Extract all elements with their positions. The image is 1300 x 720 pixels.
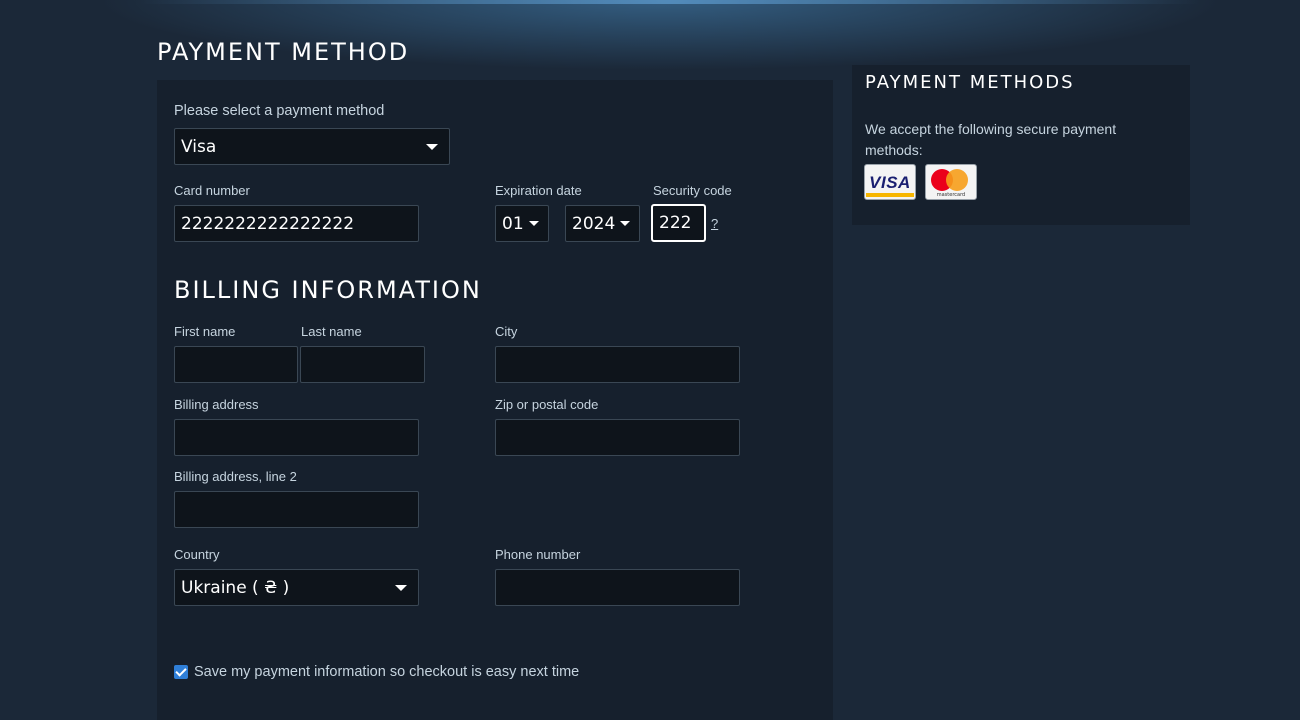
save-payment-info-row[interactable]: Save my payment information so checkout … (174, 663, 579, 681)
card-number-input[interactable] (174, 205, 419, 242)
chevron-down-icon (529, 220, 539, 226)
security-code-help-link[interactable]: ? (711, 216, 718, 231)
security-code-input[interactable] (651, 204, 706, 242)
security-code-label: Security code (653, 183, 732, 198)
payment-methods-sidebar: PAYMENT METHODS We accept the following … (852, 65, 1190, 225)
billing-address-label: Billing address (174, 397, 259, 412)
country-value: Ukraine ( ₴ ) (181, 577, 290, 598)
sidebar-title: PAYMENT METHODS (865, 72, 1075, 93)
phone-number-label: Phone number (495, 547, 581, 562)
visa-logo-text: VISA (869, 173, 911, 192)
visa-card-icon: VISA (864, 164, 916, 200)
payment-method-label: Please select a payment method (174, 103, 385, 119)
payment-method-select[interactable]: Visa (174, 128, 450, 165)
card-number-label: Card number (174, 183, 250, 198)
city-label: City (495, 324, 518, 339)
expiration-date-label: Expiration date (495, 183, 582, 198)
zip-code-label: Zip or postal code (495, 397, 599, 412)
visa-stripe (866, 193, 914, 197)
last-name-label: Last name (301, 324, 362, 339)
mastercard-card-icon: mastercard (925, 164, 977, 200)
chevron-down-icon (395, 584, 407, 591)
expiration-year-value: 2024 (572, 213, 616, 234)
country-select[interactable]: Ukraine ( ₴ ) (174, 569, 419, 606)
billing-address-line2-input[interactable] (174, 491, 419, 528)
save-payment-info-checkbox[interactable] (174, 665, 188, 679)
payment-method-value: Visa (181, 136, 217, 157)
billing-address-line2-label: Billing address, line 2 (174, 469, 297, 484)
page-title: PAYMENT METHOD (157, 38, 410, 66)
last-name-input[interactable] (300, 346, 425, 383)
first-name-label: First name (174, 324, 236, 339)
top-divider (140, 0, 1200, 4)
zip-code-input[interactable] (495, 419, 740, 456)
chevron-down-icon (620, 220, 630, 226)
sidebar-description: We accept the following secure payment m… (865, 121, 1117, 158)
mastercard-logo-text: mastercard (936, 192, 966, 198)
billing-information-title: BILLING INFORMATION (174, 276, 482, 304)
expiration-year-select[interactable]: 2024 (565, 205, 640, 242)
phone-number-input[interactable] (495, 569, 740, 606)
save-payment-info-label[interactable]: Save my payment information so checkout … (194, 664, 579, 680)
city-input[interactable] (495, 346, 740, 383)
mastercard-yellow-circle (946, 169, 968, 191)
first-name-input[interactable] (174, 346, 298, 383)
billing-address-input[interactable] (174, 419, 419, 456)
chevron-down-icon (426, 143, 438, 150)
expiration-month-select[interactable]: 01 (495, 205, 549, 242)
expiration-month-value: 01 (502, 213, 524, 234)
country-label: Country (174, 547, 220, 562)
